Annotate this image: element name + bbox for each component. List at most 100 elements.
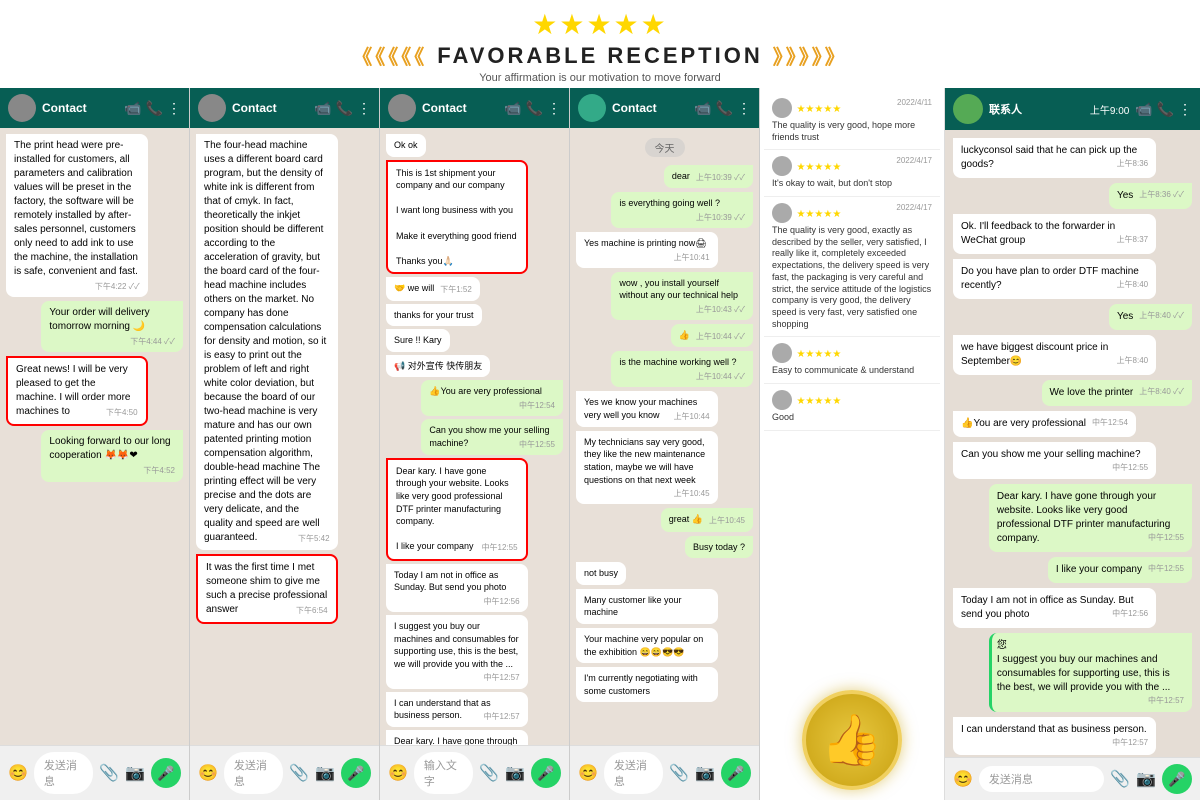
mic-button-3[interactable]: 🎤 — [531, 758, 561, 788]
chat1-messages: The print head were pre-installed for cu… — [0, 128, 189, 745]
chat3-icons: 📹 📞 ⋮ — [504, 100, 561, 117]
mid-msg-3: Yes machine is printing now🖨上午10:41 — [576, 232, 718, 268]
main-content: Contact 📹 📞 ⋮ The print head were pre-in… — [0, 88, 1200, 800]
today-label: 今天 — [645, 138, 685, 157]
review-stars-0: ★★★★★ — [796, 104, 841, 115]
mic-button[interactable]: 🎤 — [151, 758, 181, 788]
msg-3-8: Can you show me your selling machine? 中午… — [421, 419, 563, 455]
rmsg-5: Yes上午8:40 ✓✓ — [1109, 304, 1192, 330]
msg-3-1: Ok ok — [386, 134, 426, 157]
right-header: 联系人 上午9:00 📹 📞 ⋮ — [945, 88, 1200, 130]
rmsg-2: Yes上午8:36 ✓✓ — [1109, 183, 1192, 209]
chat3-input-bar: 😊 输入文字 📎 📷 🎤 — [380, 745, 569, 800]
rmsg-10: Dear kary. I have gone through your webs… — [989, 484, 1192, 552]
right-messages: luckyconsol said that he can pick up the… — [945, 130, 1200, 757]
review-text-0: The quality is very good, hope more frie… — [772, 120, 932, 143]
review-date-1: 2022/4/17 — [896, 156, 932, 165]
msg-1-2: Your order will delivery tomorrow mornin… — [41, 301, 183, 352]
right-input-bar: 😊 发送消息 📎 📷 🎤 — [945, 757, 1200, 800]
chat3-input[interactable]: 输入文字 — [414, 752, 473, 794]
mid-input-bar: 😊 发送消息 📎 📷 🎤 — [570, 745, 759, 800]
mid-msg-13: Your machine very popular on the exhibit… — [576, 628, 718, 663]
attach-icon-right[interactable]: 📎 — [1110, 769, 1130, 789]
chat1-name: Contact — [42, 101, 118, 115]
mid-msg-7: Yes we know your machines very well you … — [576, 391, 718, 427]
camera-icon[interactable]: 📷 — [125, 763, 145, 783]
emoji-icon-3[interactable]: 😊 — [388, 763, 408, 783]
msg-3-4: thanks for your trust — [386, 304, 482, 327]
msg-1-1: The print head were pre-installed for cu… — [6, 134, 148, 297]
mid-msg-2: is everything going well ?上午10:39 ✓✓ — [611, 192, 753, 228]
mic-button-right[interactable]: 🎤 — [1162, 764, 1192, 794]
attach-icon-mid[interactable]: 📎 — [669, 763, 689, 783]
attach-icon-3[interactable]: 📎 — [479, 763, 499, 783]
msg-3-3: 🤝 we will 下午1:52 — [386, 277, 480, 300]
review-text-2: The quality is very good, exactly as des… — [772, 225, 932, 330]
chat3-name: Contact — [422, 101, 498, 115]
chat2-input[interactable]: 发送消息 — [224, 752, 283, 794]
left-arrows: 《《《《《 — [352, 41, 427, 70]
msg-3-7: 👍You are very professional 中午12:54 — [421, 380, 563, 416]
msg-3-10: Today I am not in office as Sunday. But … — [386, 564, 528, 612]
camera-icon-3[interactable]: 📷 — [505, 763, 525, 783]
mid-msg-14: I'm currently negotiating with some cust… — [576, 667, 718, 702]
reviewer-avatar-3 — [772, 343, 792, 363]
rmsg-13: 您I suggest you buy our machines and cons… — [989, 633, 1192, 712]
review-stars-2: ★★★★★ — [796, 209, 841, 220]
camera-icon-2[interactable]: 📷 — [315, 763, 335, 783]
review-stars-3: ★★★★★ — [796, 349, 841, 360]
avatar-3 — [388, 94, 416, 122]
msg-3-2: This is 1st shipment your company and ou… — [386, 160, 528, 275]
rmsg-14: I can understand that as business person… — [953, 717, 1156, 754]
mic-button-2[interactable]: 🎤 — [341, 758, 371, 788]
msg-3-13: Dear kary. I have gone through your webs… — [386, 730, 528, 745]
right-contact-name: 联系人 — [989, 101, 1084, 117]
right-header-icons: 📹 📞 ⋮ — [1135, 101, 1192, 118]
mid-msg-4: wow , you install yourself without any o… — [611, 272, 753, 320]
chat-panel-2: Contact 📹 📞 ⋮ The four-head machine uses… — [190, 88, 380, 800]
camera-icon-right[interactable]: 📷 — [1136, 769, 1156, 789]
rmsg-11: I like your company中午12:55 — [1048, 557, 1192, 583]
reviewer-avatar-2 — [772, 203, 792, 223]
middle-messages: 今天 dear上午10:39 ✓✓ is everything going we… — [570, 128, 759, 745]
msg-3-6: 📢 对外宣传 快传朋友 — [386, 355, 490, 378]
chat3-messages: Ok ok This is 1st shipment your company … — [380, 128, 569, 745]
right-header-time: 上午9:00 — [1090, 102, 1129, 117]
chat2-icons: 📹 📞 ⋮ — [314, 100, 371, 117]
rmsg-8: 👍You are very professional中午12:54 — [953, 411, 1136, 437]
mid-icons: 📹 📞 ⋮ — [694, 100, 751, 117]
chat1-input[interactable]: 发送消息 — [34, 752, 93, 794]
reviews-section: ★★★★★ 2022/4/11 The quality is very good… — [760, 88, 945, 800]
mid-msg-10: Busy today ? — [685, 536, 753, 559]
middle-chat-header: Contact 📹 📞 ⋮ — [570, 88, 759, 128]
emoji-icon[interactable]: 😊 — [8, 763, 28, 783]
main-title: FAVORABLE RECEPTION — [437, 43, 763, 69]
mic-button-mid[interactable]: 🎤 — [721, 758, 751, 788]
attach-icon[interactable]: 📎 — [99, 763, 119, 783]
emoji-icon-right[interactable]: 😊 — [953, 769, 973, 789]
msg-3-12: I can understand that as business person… — [386, 692, 528, 728]
mid-msg-6: is the machine working well ?上午10:44 ✓✓ — [611, 351, 753, 387]
right-input[interactable]: 发送消息 — [979, 766, 1104, 792]
rmsg-12: Today I am not in office as Sunday. But … — [953, 588, 1156, 628]
avatar-mid — [578, 94, 606, 122]
chat1-header: Contact 📹 📞 ⋮ — [0, 88, 189, 128]
chat1-icons: 📹 📞 ⋮ — [124, 100, 181, 117]
right-arrows: 》》》》》 — [773, 41, 848, 70]
emoji-icon-2[interactable]: 😊 — [198, 763, 218, 783]
emoji-icon-mid[interactable]: 😊 — [578, 763, 598, 783]
review-item-0: ★★★★★ 2022/4/11 The quality is very good… — [764, 92, 940, 150]
avatar-2 — [198, 94, 226, 122]
chat-panel-1: Contact 📹 📞 ⋮ The print head were pre-in… — [0, 88, 190, 800]
mid-input[interactable]: 发送消息 — [604, 752, 663, 794]
review-date-0: 2022/4/11 — [897, 98, 932, 107]
reviewer-avatar-1 — [772, 156, 792, 176]
chat2-messages: The four-head machine uses a different b… — [190, 128, 379, 745]
rmsg-7-love-printer: We love the printer上午8:40 ✓✓ — [1042, 380, 1192, 406]
star-rating: ★★★★★ — [0, 8, 1200, 41]
attach-icon-2[interactable]: 📎 — [289, 763, 309, 783]
avatar-1 — [8, 94, 36, 122]
right-avatar — [953, 94, 983, 124]
camera-icon-mid[interactable]: 📷 — [695, 763, 715, 783]
review-stars-4: ★★★★★ — [796, 396, 841, 407]
